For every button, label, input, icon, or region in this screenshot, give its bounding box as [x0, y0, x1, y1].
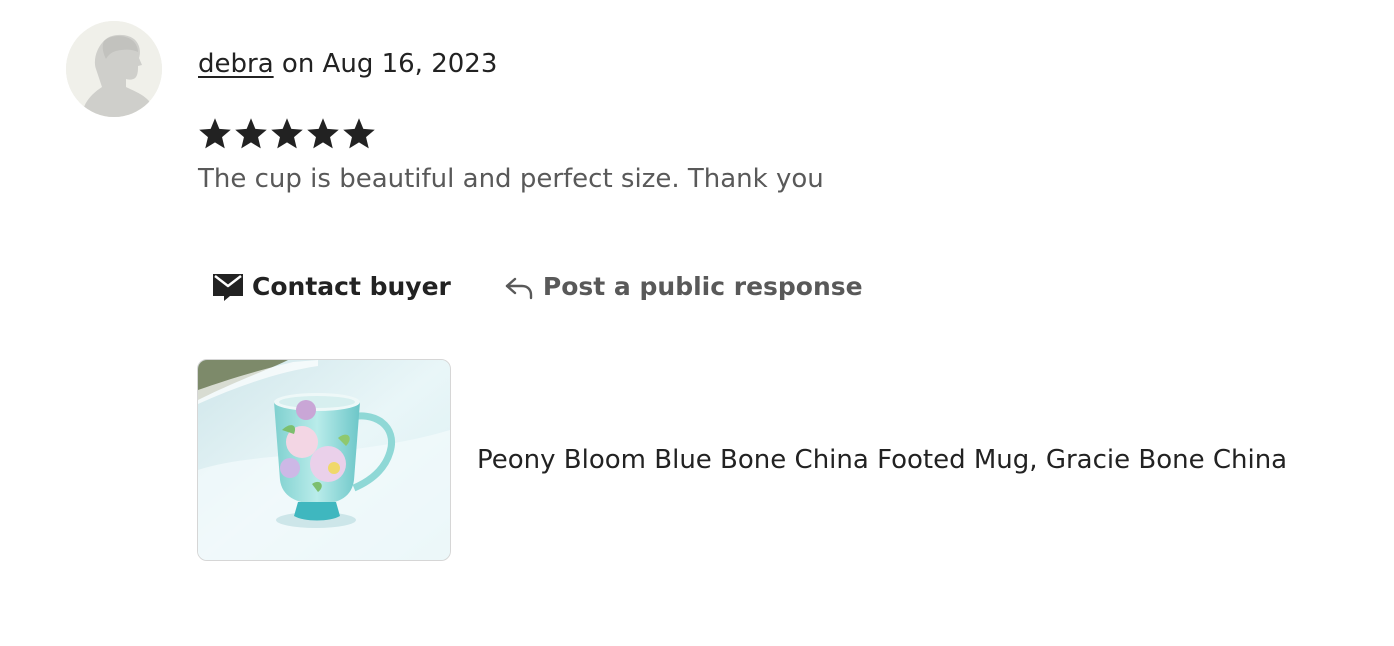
post-public-response-label: Post a public response [542, 272, 863, 301]
review-meta: debra on Aug 16, 2023 [198, 46, 497, 82]
product-thumbnail[interactable] [197, 359, 451, 561]
review-card: debra on Aug 16, 2023 The cup is beautif… [0, 0, 1394, 646]
reviewer-name-link[interactable]: debra [198, 49, 274, 79]
review-actions: Contact buyer Post a public response [198, 262, 877, 312]
avatar[interactable] [66, 21, 162, 117]
star-rating [197, 114, 377, 154]
star-icon [341, 114, 377, 154]
reviewed-product: Peony Bloom Blue Bone China Footed Mug, … [197, 359, 1287, 561]
post-public-response-button[interactable]: Post a public response [489, 262, 877, 312]
review-date: on Aug 16, 2023 [273, 49, 498, 79]
reply-arrow-icon [503, 271, 535, 303]
mug-photo-icon [198, 360, 450, 560]
envelope-icon [212, 271, 244, 303]
product-title-link[interactable]: Peony Bloom Blue Bone China Footed Mug, … [477, 442, 1287, 478]
star-icon [305, 114, 341, 154]
star-icon [197, 114, 233, 154]
review-text: The cup is beautiful and perfect size. T… [198, 164, 824, 194]
person-silhouette-icon [66, 21, 162, 117]
contact-buyer-button[interactable]: Contact buyer [198, 262, 465, 312]
contact-buyer-label: Contact buyer [252, 272, 451, 301]
star-icon [233, 114, 269, 154]
star-icon [269, 114, 305, 154]
